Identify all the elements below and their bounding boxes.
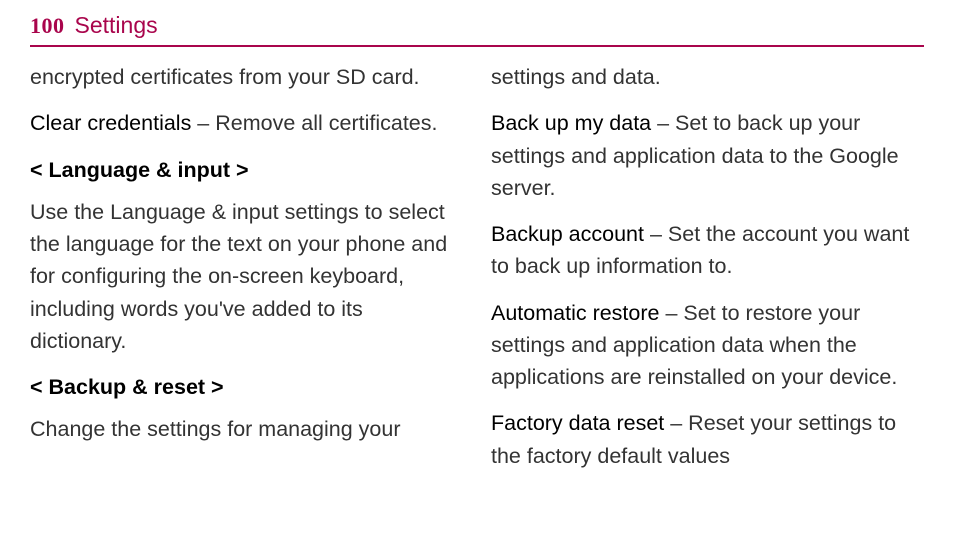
setting-term: Clear credentials xyxy=(30,111,191,135)
setting-item: Factory data reset – Reset your settings… xyxy=(491,407,924,472)
setting-term: Factory data reset xyxy=(491,411,664,435)
body-text: settings and data. xyxy=(491,61,924,93)
page-header: 100 Settings xyxy=(30,12,924,47)
content-columns: encrypted certificates from your SD card… xyxy=(30,61,924,486)
page-number: 100 xyxy=(30,13,65,39)
setting-term: Backup account xyxy=(491,222,644,246)
body-text: Use the Language & input settings to sel… xyxy=(30,196,463,357)
section-heading: < Language & input > xyxy=(30,154,463,186)
manual-page: 100 Settings encrypted certificates from… xyxy=(0,0,954,506)
setting-desc: – Remove all certificates. xyxy=(191,111,437,135)
setting-item: Backup account – Set the account you wan… xyxy=(491,218,924,283)
right-column: settings and data. Back up my data – Set… xyxy=(491,61,924,486)
setting-item: Automatic restore – Set to restore your … xyxy=(491,297,924,394)
setting-item: Back up my data – Set to back up your se… xyxy=(491,107,924,204)
left-column: encrypted certificates from your SD card… xyxy=(30,61,463,486)
section-heading: < Backup & reset > xyxy=(30,371,463,403)
body-text: encrypted certificates from your SD card… xyxy=(30,61,463,93)
setting-term: Back up my data xyxy=(491,111,651,135)
setting-item: Clear credentials – Remove all certifica… xyxy=(30,107,463,139)
body-text: Change the settings for managing your xyxy=(30,413,463,445)
setting-term: Automatic restore xyxy=(491,301,659,325)
page-title: Settings xyxy=(75,12,158,39)
